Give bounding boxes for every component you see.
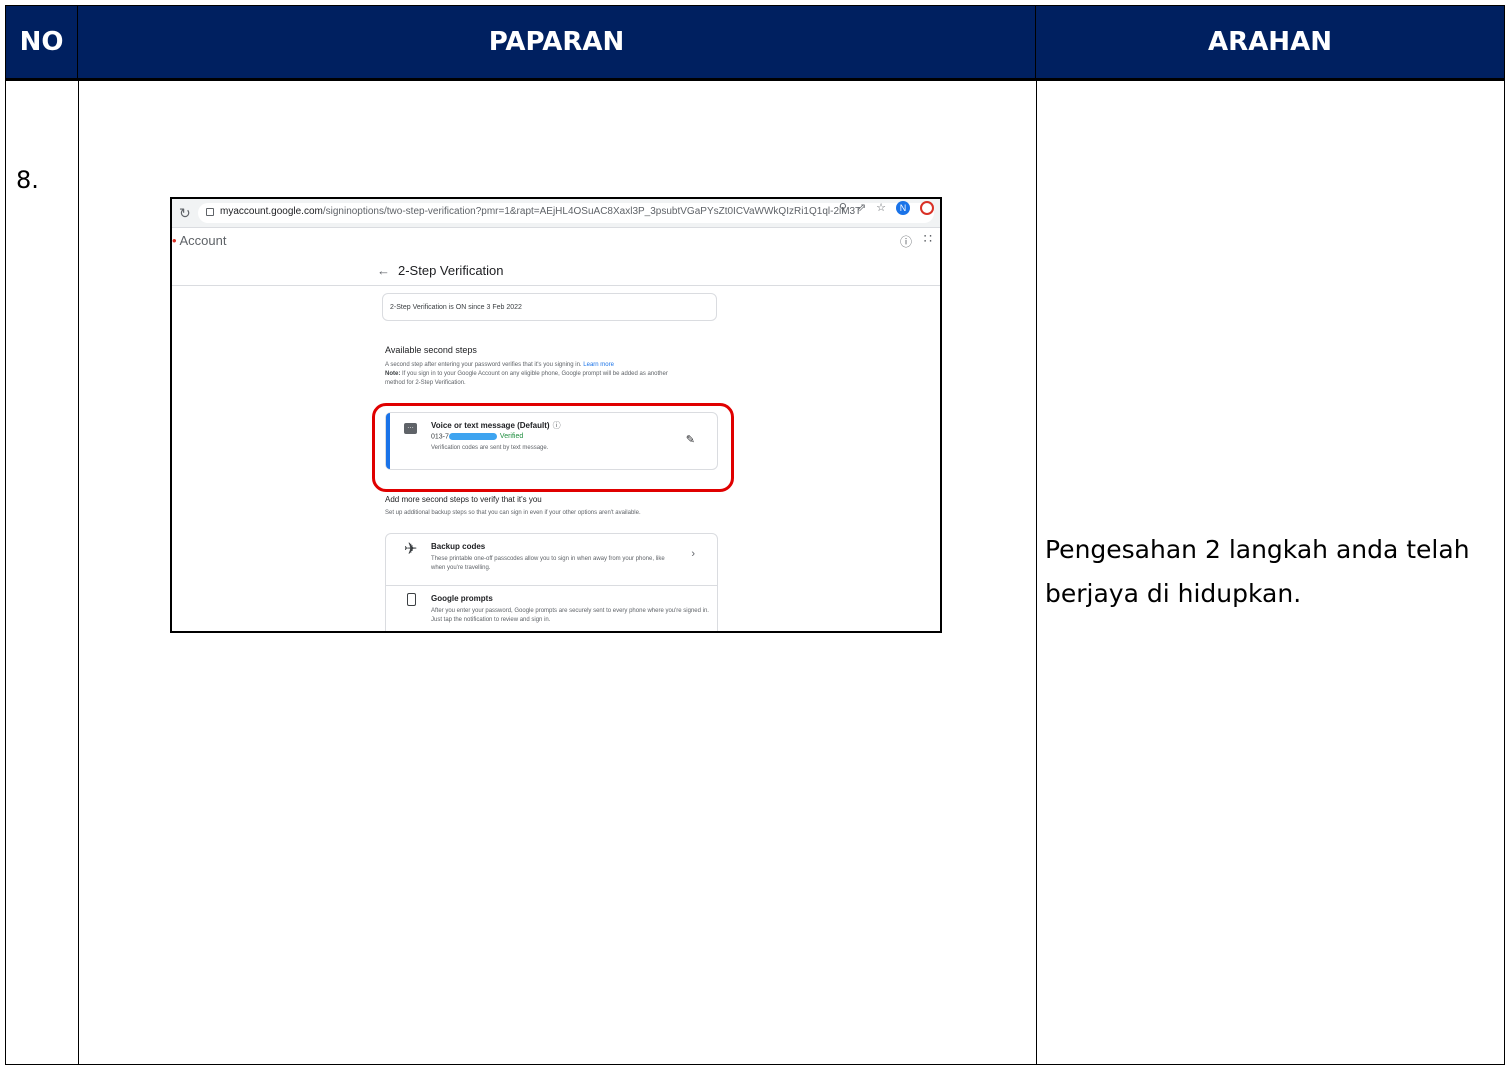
more-steps-title: Add more second steps to verify that it'…	[385, 495, 542, 504]
header-divider	[172, 285, 940, 286]
more-steps-description: Set up additional backup steps so that y…	[385, 510, 641, 516]
page-title: 2-Step Verification	[398, 263, 504, 278]
learn-more-link[interactable]: Learn more	[583, 362, 614, 368]
backup-options-card: ✈ Backup codes These printable one-off p…	[385, 533, 718, 631]
option-divider	[386, 585, 717, 586]
highlight-box	[372, 403, 734, 492]
airplane-icon: ✈	[404, 541, 418, 558]
column-divider	[1036, 78, 1037, 1064]
account-avatar[interactable]	[920, 201, 934, 215]
account-label: Account	[179, 233, 227, 248]
header-arahan: ARAHAN	[1036, 6, 1504, 78]
step-instruction: Pengesahan 2 langkah anda telah berjaya …	[1045, 535, 1470, 608]
share-icon[interactable]: ⇗	[857, 201, 866, 215]
embedded-screenshot: ↻ myaccount.google.com/signinoptions/two…	[170, 197, 942, 633]
star-icon[interactable]: ☆	[876, 201, 886, 215]
header-divider	[6, 78, 1504, 81]
zoom-icon[interactable]: ⚲	[839, 201, 847, 215]
url-field[interactable]: myaccount.google.com/signinoptions/two-s…	[198, 203, 934, 223]
google-prompts-title[interactable]: Google prompts	[431, 594, 493, 603]
back-arrow-icon[interactable]: ←	[377, 263, 390, 278]
lock-icon	[206, 208, 214, 216]
backup-codes-title[interactable]: Backup codes	[431, 542, 485, 551]
browser-address-bar: ↻ myaccount.google.com/signinoptions/two…	[172, 199, 940, 228]
url-text: myaccount.google.com/signinoptions/two-s…	[220, 206, 860, 217]
backup-codes-description: These printable one-off passcodes allow …	[431, 556, 665, 571]
available-steps-title: Available second steps	[385, 345, 477, 355]
available-steps-description: A second step after entering your passwo…	[385, 362, 668, 386]
column-divider	[78, 78, 79, 1064]
browser-toolbar-icons: ⚲ ⇗ ☆ N	[839, 201, 934, 215]
phone-icon	[407, 593, 416, 606]
url-domain: myaccount.google.com	[220, 206, 323, 217]
header-no: NO	[6, 6, 78, 78]
reload-icon[interactable]: ↻	[179, 205, 191, 222]
apps-grid-icon[interactable]: ∷	[924, 231, 932, 247]
page-header: ← 2-Step Verification	[377, 263, 504, 278]
help-icon[interactable]: ⓘ	[900, 233, 912, 250]
status-card: 2-Step Verification is ON since 3 Feb 20…	[382, 293, 717, 321]
brand-dot-icon: •	[172, 233, 177, 248]
account-brand[interactable]: • Account	[172, 233, 226, 248]
google-prompts-description: After you enter your password, Google pr…	[431, 608, 709, 623]
url-path: /signinoptions/two-step-verification?pmr…	[322, 206, 860, 217]
chevron-right-icon[interactable]: ›	[691, 548, 695, 560]
header-paparan: PAPARAN	[78, 6, 1036, 78]
step-number: 8.	[16, 166, 39, 194]
profile-avatar[interactable]: N	[896, 201, 910, 215]
